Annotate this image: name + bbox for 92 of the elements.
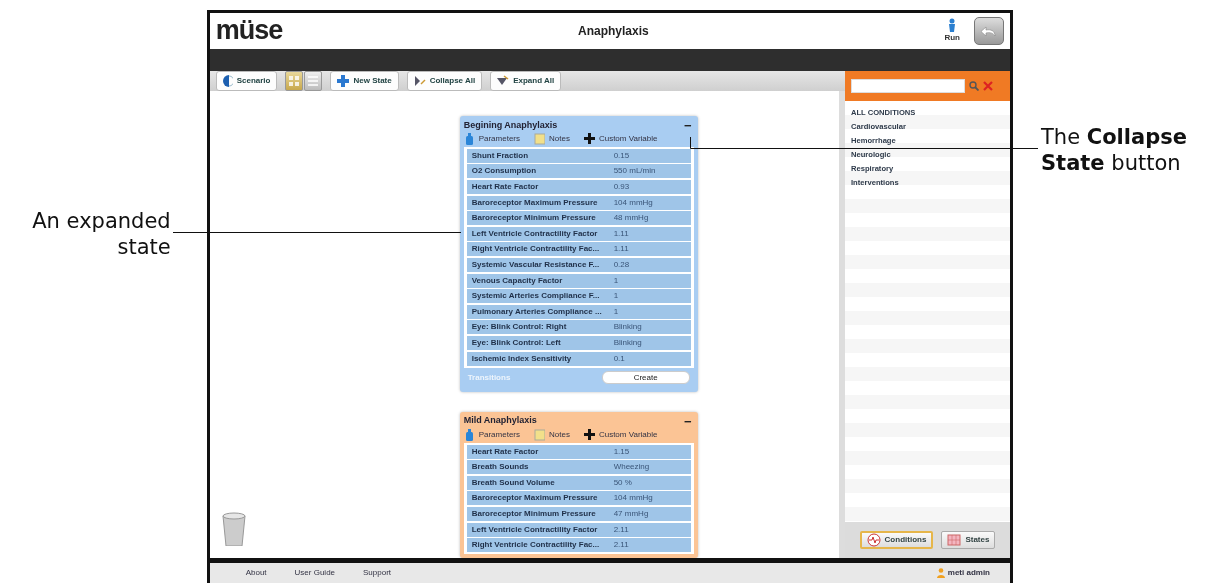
parameter-value: 2.11 — [613, 523, 629, 536]
parameter-name: Shunt Fraction — [471, 149, 530, 162]
state-title: Begining Anaphylaxis — [463, 118, 558, 132]
parameter-name: Right Ventricle Contractility Fac... — [471, 539, 601, 552]
parameter-value: 0.28 — [613, 259, 630, 271]
note-icon — [534, 132, 545, 145]
notes-tab[interactable]: Notes — [534, 132, 570, 145]
plus-icon — [337, 74, 350, 87]
footer-link[interactable]: About — [245, 567, 267, 580]
person-icon — [947, 17, 958, 32]
parameter-value: 50 % — [613, 476, 632, 489]
callout-text: The Collapse State button — [1041, 124, 1188, 177]
scenario-button[interactable]: Scenario — [215, 70, 278, 91]
transitions-label: Transitions — [467, 371, 511, 384]
back-button[interactable] — [974, 16, 1004, 45]
custom-tab[interactable]: Custom Variable — [583, 428, 658, 441]
plus-icon — [583, 132, 595, 145]
search-field[interactable] — [851, 78, 965, 93]
list-icon — [307, 74, 320, 87]
parameter-name: Pulmonary Arteries Compliance ... — [471, 305, 603, 318]
parameter-value: 1 — [613, 274, 619, 287]
parameter-value: 0.15 — [613, 149, 630, 162]
parameter-name: Systemic Vascular Resistance F... — [471, 259, 601, 271]
parameter-value: 550 mL/min — [613, 165, 656, 178]
parameter-name: Heart Rate Factor — [471, 445, 540, 458]
parameter-name: Heart Rate Factor — [471, 181, 540, 194]
trash-can-icon[interactable] — [221, 512, 246, 547]
parameter-name: Baroreceptor Maximum Pressure — [471, 492, 599, 505]
parameter-value: 104 mmHg — [613, 492, 653, 505]
logo: müse — [215, 17, 283, 45]
parameter-value: Blinking — [613, 337, 642, 349]
footer-link[interactable]: Support — [363, 567, 392, 580]
parameter-name: Right Ventricle Contractility Fac... — [471, 243, 601, 256]
collapse-state-button[interactable]: − — [682, 414, 694, 428]
footer-link[interactable]: User Guide — [294, 567, 336, 580]
triangle-right-icon — [413, 74, 426, 87]
states-tab[interactable]: States — [941, 531, 996, 550]
grid-icon — [288, 74, 301, 87]
list-view-toggle[interactable] — [304, 70, 323, 91]
parameter-value: 104 mmHg — [613, 196, 653, 209]
parameter-value: 2.11 — [613, 539, 629, 552]
run-button[interactable]: Run — [944, 17, 960, 44]
parameter-value: 1 — [613, 290, 619, 303]
parameter-name: Eye: Blink Control: Left — [471, 337, 562, 349]
create-button[interactable]: Create — [601, 371, 690, 385]
parameter-name: Left Ventricle Contractility Factor — [471, 227, 599, 240]
notes-tab[interactable]: Notes — [534, 428, 570, 441]
user-icon — [936, 568, 945, 579]
parameter-value: 1.11 — [613, 243, 629, 256]
bottle-icon — [463, 132, 475, 145]
callout-text: An expanded state — [31, 208, 171, 261]
conditions-tab[interactable]: Conditions — [859, 531, 934, 550]
parameters-tab[interactable]: Parameters — [463, 132, 520, 145]
parameter-value: 48 mmHg — [613, 212, 649, 225]
parameter-name: Baroreceptor Minimum Pressure — [471, 507, 597, 520]
search-icon — [969, 80, 979, 91]
parameter-name: O2 Consumption — [471, 165, 538, 178]
window-title: Anaphylaxis — [576, 22, 650, 40]
parameter-value: 0.93 — [613, 181, 630, 194]
parameter-name: Systemic Arteries Compliance F... — [471, 290, 601, 303]
parameter-value: 1 — [613, 305, 619, 318]
collapse-button[interactable]: Collapse All — [406, 70, 483, 91]
parameter-value: 47 mmHg — [613, 507, 649, 520]
new-button[interactable]: New State — [330, 70, 399, 91]
parameter-name: Venous Capacity Factor — [471, 274, 564, 287]
parameter-value: Blinking — [613, 321, 642, 334]
parameter-name: Breath Sound Volume — [471, 476, 556, 489]
user-name: meti admin — [947, 567, 990, 580]
collapse-state-button[interactable]: − — [682, 118, 694, 132]
expand-button[interactable]: Expand All — [490, 70, 562, 91]
triangle-down-icon — [497, 74, 510, 87]
parameter-name: Eye: Blink Control: Right — [471, 321, 568, 334]
bottle-icon — [463, 428, 475, 441]
parameter-name: Breath Sounds — [471, 461, 530, 474]
grid-view-toggle[interactable] — [285, 70, 304, 91]
parameter-value: Wheezing — [613, 461, 650, 474]
parameter-value: 1.15 — [613, 445, 630, 458]
heartbeat-circle-icon — [866, 533, 881, 548]
parameter-name: Baroreceptor Maximum Pressure — [471, 196, 599, 209]
parameter-name: Baroreceptor Minimum Pressure — [471, 212, 597, 225]
plus-icon — [583, 428, 595, 441]
parameter-name: Ischemic Index Sensitivity — [471, 352, 573, 365]
grid-icon — [947, 533, 962, 548]
close-icon — [983, 80, 993, 91]
custom-tab[interactable]: Custom Variable — [583, 132, 658, 145]
parameter-name: Left Ventricle Contractility Factor — [471, 523, 599, 536]
state-title: Mild Anaphylaxis — [463, 414, 537, 428]
parameters-tab[interactable]: Parameters — [463, 428, 520, 441]
parameter-value: 1.11 — [613, 227, 629, 240]
half-circle-icon — [222, 74, 233, 87]
parameter-value: 0.1 — [613, 352, 625, 365]
note-icon — [534, 428, 545, 441]
